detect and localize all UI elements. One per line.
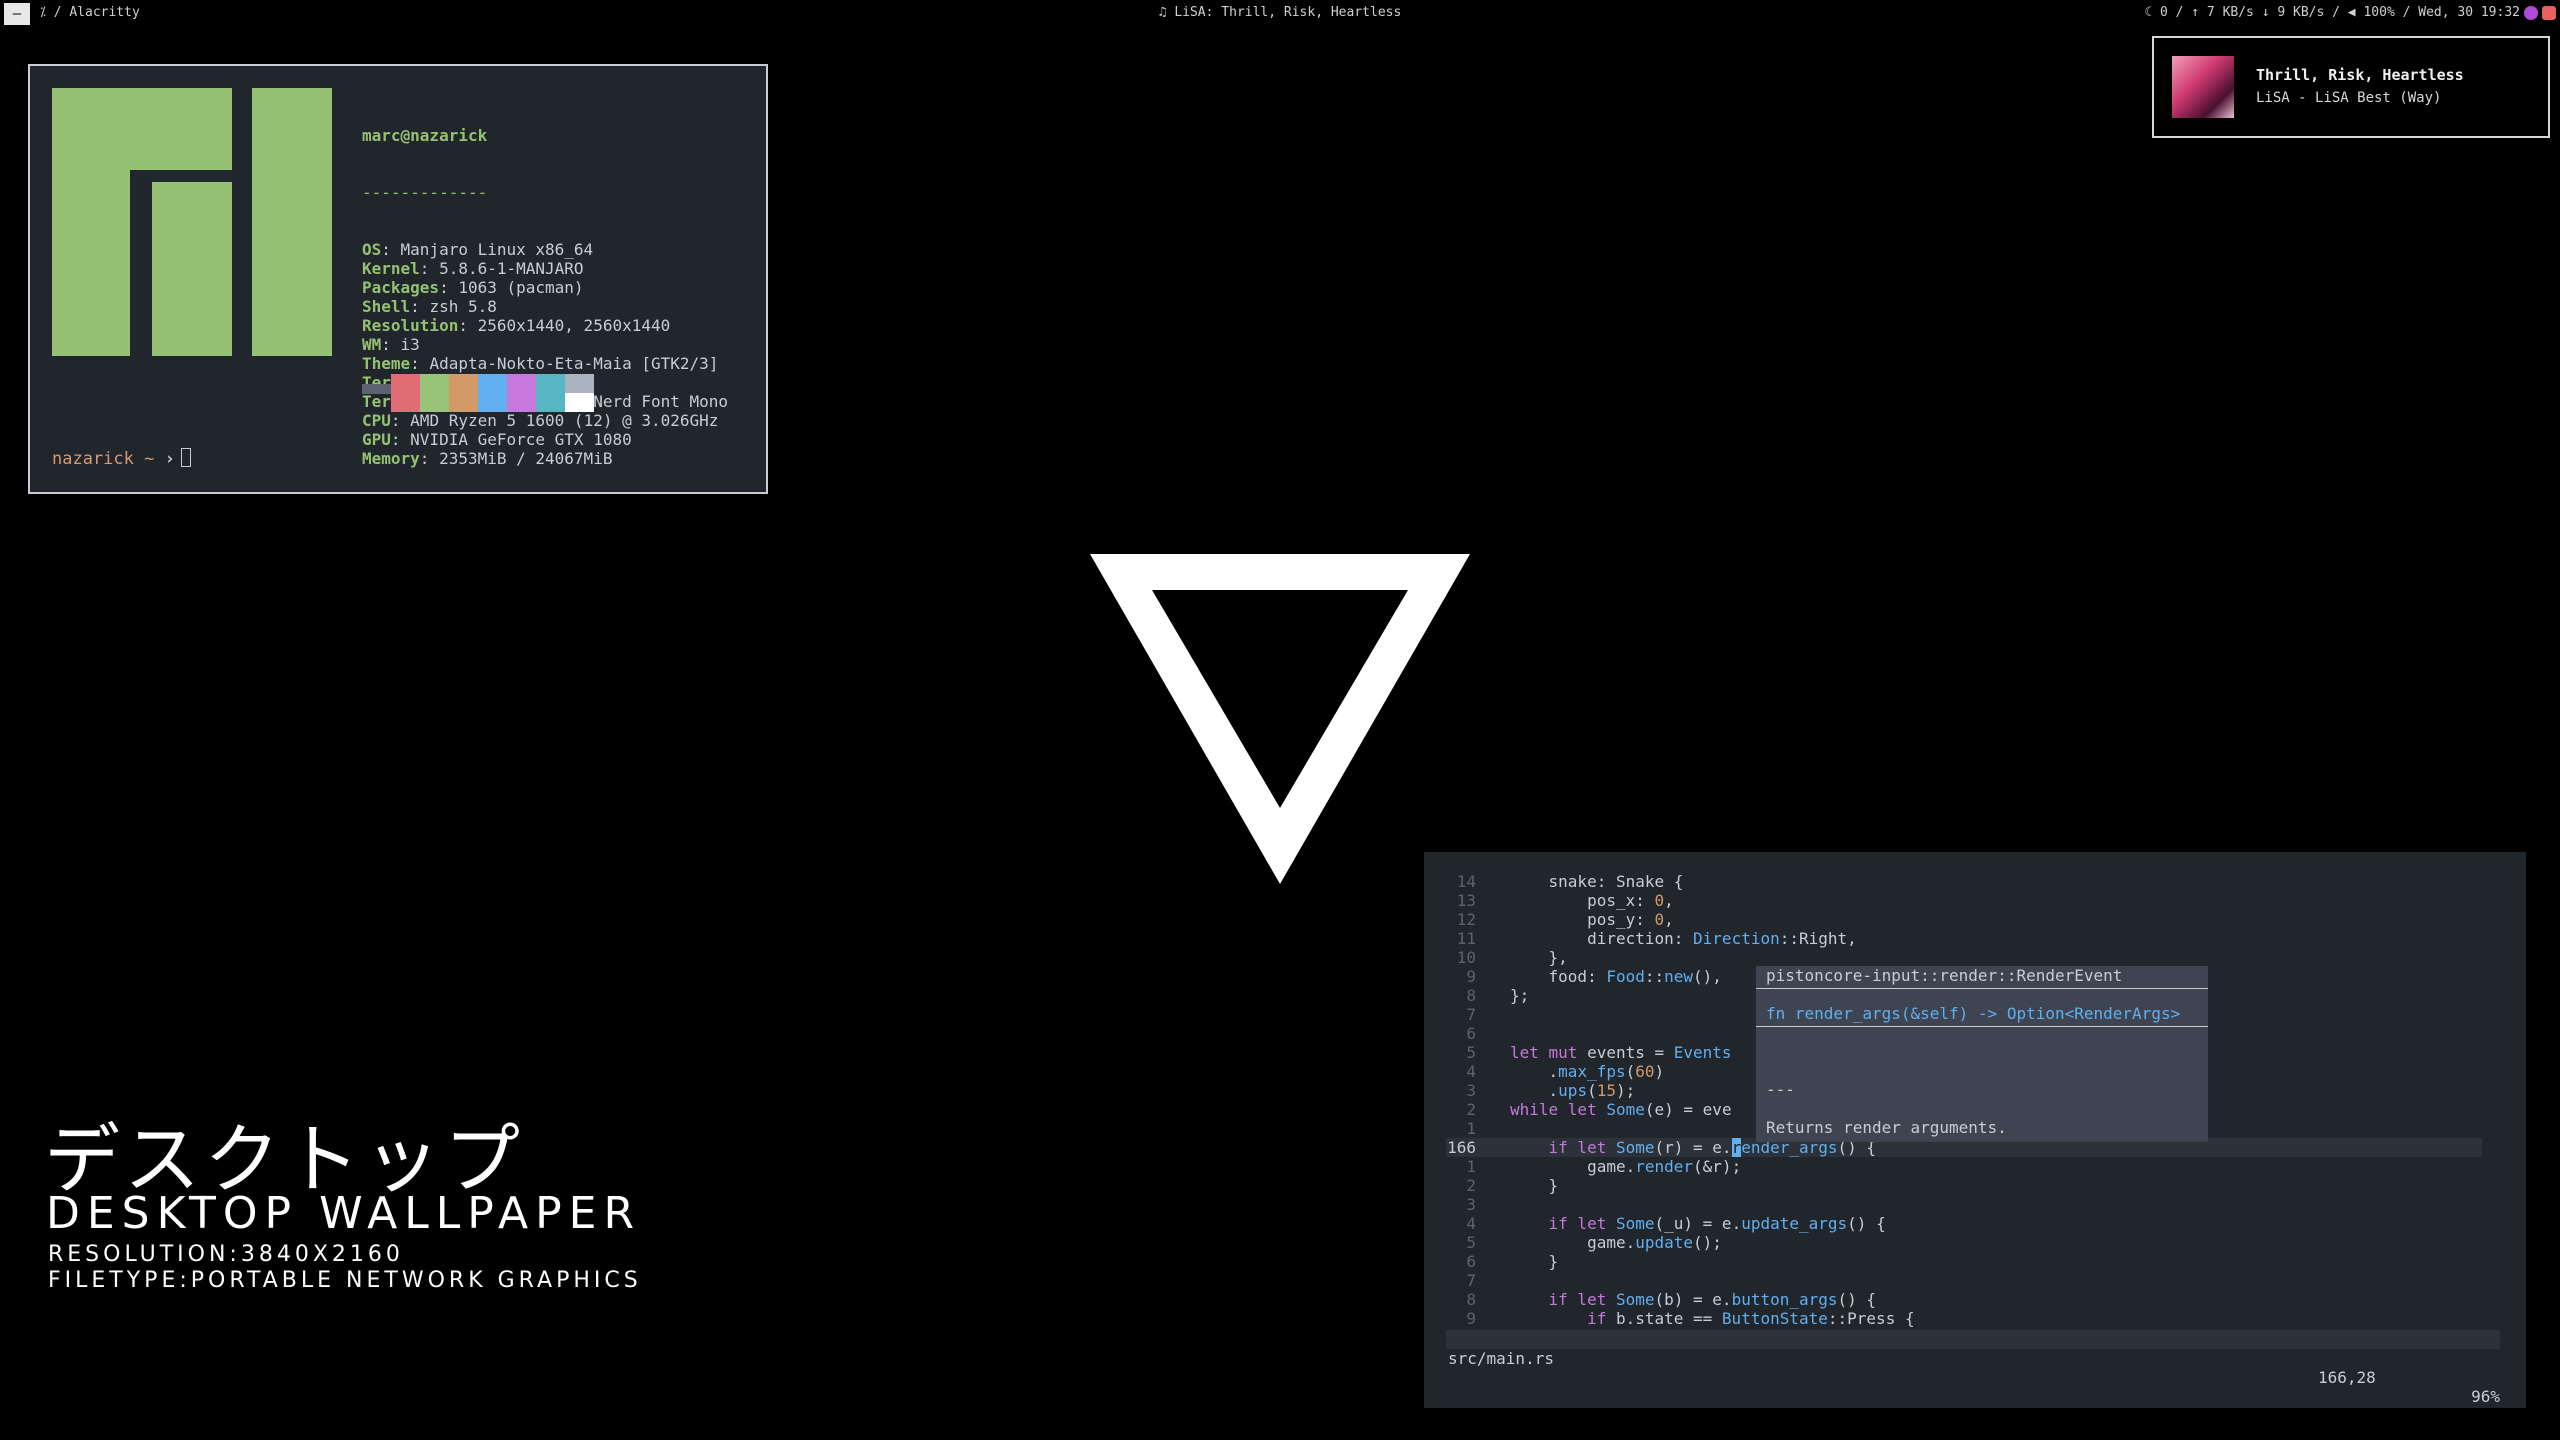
info-colon: :	[381, 240, 401, 259]
info-key: WM	[362, 335, 382, 354]
palette-swatch	[391, 374, 420, 412]
palette-swatch	[536, 374, 565, 412]
info-colon: :	[458, 316, 478, 335]
popup-path: pistoncore-input::render::RenderEvent	[1766, 966, 2123, 985]
code-line: 10 },	[1456, 948, 1568, 967]
code-line: 8 if let Some(b) = e.button_args() {	[1466, 1290, 1877, 1309]
info-colon: :	[419, 259, 440, 278]
info-key: Kernel	[362, 259, 420, 278]
info-colon: :	[419, 449, 440, 468]
info-row: Theme: Adapta-Nokto-Eta-Maia [GTK2/3]	[362, 354, 728, 373]
hover-documentation-popup[interactable]: pistoncore-input::render::RenderEvent fn…	[1756, 966, 2208, 1142]
wallpaper-resolution: RESOLUTION:3840X2160	[48, 1242, 404, 1267]
popup-signature: fn render_args(&self) -> Option<RenderAr…	[1766, 1004, 2181, 1023]
info-value: 2560x1440, 2560x1440	[477, 316, 671, 335]
info-value: zsh 5.8	[429, 297, 497, 316]
info-key: Theme	[362, 354, 411, 373]
info-colon: :	[410, 297, 430, 316]
palette-swatch	[420, 374, 449, 412]
code-line: 4 if let Some(_u) = e.update_args() {	[1466, 1214, 1886, 1233]
info-row: WM: i3	[362, 335, 728, 354]
info-colon: :	[381, 335, 401, 354]
popup-dashes: ---	[1766, 1080, 1795, 1099]
palette-swatch	[449, 374, 478, 412]
info-value: 1063 (pacman)	[458, 278, 584, 297]
top-bar: — ⁒ / Alacritty ♫ LiSA: Thrill, Risk, He…	[0, 0, 2560, 26]
info-row: GPU: NVIDIA GeForce GTX 1080	[362, 430, 728, 449]
popup-doc: Returns render arguments.	[1766, 1118, 2007, 1137]
info-key: GPU	[362, 430, 391, 449]
info-value: Manjaro Linux x86_64	[400, 240, 594, 259]
system-info: marc@nazarick ------------- OS: Manjaro …	[362, 88, 728, 506]
manjaro-logo	[52, 88, 332, 356]
user-host: marc@nazarick	[362, 126, 488, 145]
code-line: 1 game.render(&r);	[1466, 1157, 1742, 1176]
info-value: AMD Ryzen 5 1600 (12) @ 3.026GHz	[410, 411, 719, 430]
palette-swatch	[565, 374, 594, 393]
info-key: Packages	[362, 278, 440, 297]
wallpaper-filetype: FILETYPE:PORTABLE NETWORK GRAPHICS	[48, 1268, 642, 1293]
track-title: Thrill, Risk, Heartless	[2256, 66, 2464, 84]
status-scroll-percent: 96%	[2471, 1387, 2500, 1406]
terminal-window[interactable]: marc@nazarick ------------- OS: Manjaro …	[28, 64, 768, 494]
code-line: 12 pos_y: 0,	[1456, 910, 1674, 929]
wallpaper-triangle	[1090, 554, 1470, 884]
info-value: Adapta-Nokto-Eta-Maia [GTK2/3]	[429, 354, 719, 373]
info-key: Shell	[362, 297, 411, 316]
info-key: CPU	[362, 411, 391, 430]
code-line: 9 if b.state == ButtonState::Press {	[1466, 1309, 1915, 1328]
code-line: 3	[1466, 1195, 1476, 1214]
info-row: Memory: 2353MiB / 24067MiB	[362, 449, 728, 468]
info-value: 5.8.6-1-MANJARO	[439, 259, 584, 278]
wallpaper-title: DESKTOP WALLPAPER	[46, 1188, 642, 1239]
code-line: 6 }	[1466, 1252, 1559, 1271]
info-row: Packages: 1063 (pacman)	[362, 278, 728, 297]
album-cover	[2172, 56, 2234, 118]
tray-discord-icon[interactable]	[2542, 6, 2556, 20]
code-line: 7	[1466, 1271, 1476, 1290]
info-row: Resolution: 2560x1440, 2560x1440	[362, 316, 728, 335]
info-value: i3	[400, 335, 420, 354]
info-colon: :	[390, 411, 411, 430]
info-key: Resolution	[362, 316, 459, 335]
info-separator: -------------	[362, 183, 488, 202]
palette-swatch	[507, 374, 536, 412]
info-row: OS: Manjaro Linux x86_64	[362, 240, 728, 259]
info-colon: :	[410, 354, 430, 373]
now-playing-notification[interactable]: Thrill, Risk, Heartless LiSA - LiSA Best…	[2152, 36, 2550, 138]
code-line: 13 pos_x: 0,	[1456, 891, 1674, 910]
code-line: 2 }	[1466, 1176, 1559, 1195]
tray-app-icon[interactable]	[2524, 6, 2538, 20]
info-value: NVIDIA GeForce GTX 1080	[410, 430, 632, 449]
info-key: Memory	[362, 449, 420, 468]
info-row: Shell: zsh 5.8	[362, 297, 728, 316]
prompt-host: nazarick ~	[52, 449, 165, 469]
text-cursor	[180, 448, 191, 467]
code-line: 14 snake: Snake {	[1456, 872, 1684, 891]
prompt-arrow: ›	[164, 449, 175, 469]
code-line: 11 direction: Direction::Right,	[1456, 929, 1857, 948]
status-filename: src/main.rs	[1448, 1349, 1554, 1368]
track-artist-album: LiSA - LiSA Best (Way)	[2256, 90, 2442, 106]
status-cursor-position: 166,28	[2318, 1368, 2376, 1387]
palette-swatch	[362, 384, 391, 394]
code-line: 5 game.update();	[1466, 1233, 1722, 1252]
info-row: Kernel: 5.8.6-1-MANJARO	[362, 259, 728, 278]
popup-divider	[1756, 988, 2208, 989]
system-status: ☾ 0 / ↑ 7 KB/s ↓ 9 KB/s / ◀ 100% / Wed, …	[2144, 5, 2520, 20]
shell-prompt[interactable]: nazarick ~ ›	[52, 448, 191, 469]
popup-divider	[1756, 1026, 2208, 1027]
palette-swatch	[478, 374, 507, 412]
info-row: CPU: AMD Ryzen 5 1600 (12) @ 3.026GHz	[362, 411, 728, 430]
info-colon: :	[439, 278, 459, 297]
palette-swatch	[565, 393, 594, 412]
info-value: 2353MiB / 24067MiB	[439, 449, 613, 468]
editor-status-line: src/main.rs 166,28 96%	[1446, 1330, 2500, 1406]
info-key: OS	[362, 240, 382, 259]
info-colon: :	[390, 430, 411, 449]
